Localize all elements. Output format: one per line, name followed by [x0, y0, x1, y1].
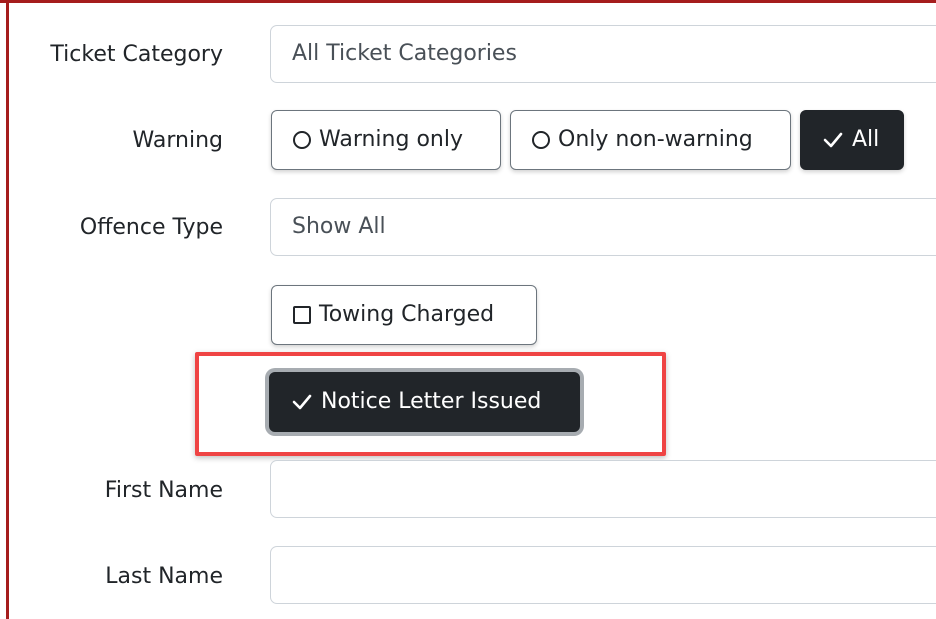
first-name-input[interactable] [270, 460, 936, 518]
ticket-category-label: Ticket Category [50, 42, 223, 67]
notice-letter-issued-toggle[interactable]: Notice Letter Issued [269, 372, 580, 432]
checkbox-empty-icon [293, 306, 311, 324]
towing-charged-label: Towing Charged [319, 302, 495, 327]
checkmark-icon [291, 393, 313, 411]
towing-charged-toggle[interactable]: Towing Charged [271, 285, 537, 345]
frame-left-border [6, 0, 9, 619]
warning-only-button[interactable]: Warning only [271, 110, 501, 170]
offence-type-select[interactable]: Show All [270, 198, 936, 256]
all-button[interactable]: All [800, 110, 904, 170]
ticket-category-select[interactable]: All Ticket Categories [270, 25, 936, 83]
notice-letter-issued-label: Notice Letter Issued [321, 389, 542, 414]
offence-type-label: Offence Type [79, 215, 223, 240]
warning-label: Warning [132, 128, 223, 153]
only-non-warning-button[interactable]: Only non-warning [510, 110, 791, 170]
radio-empty-icon [293, 131, 311, 149]
only-non-warning-label: Only non-warning [558, 127, 753, 152]
last-name-input[interactable] [270, 546, 936, 604]
warning-only-label: Warning only [319, 127, 463, 152]
last-name-label: Last Name [105, 564, 223, 589]
radio-empty-icon [532, 131, 550, 149]
all-label: All [852, 127, 880, 152]
checkmark-icon [822, 131, 844, 149]
first-name-label: First Name [104, 478, 223, 503]
frame-top-border [0, 0, 936, 3]
